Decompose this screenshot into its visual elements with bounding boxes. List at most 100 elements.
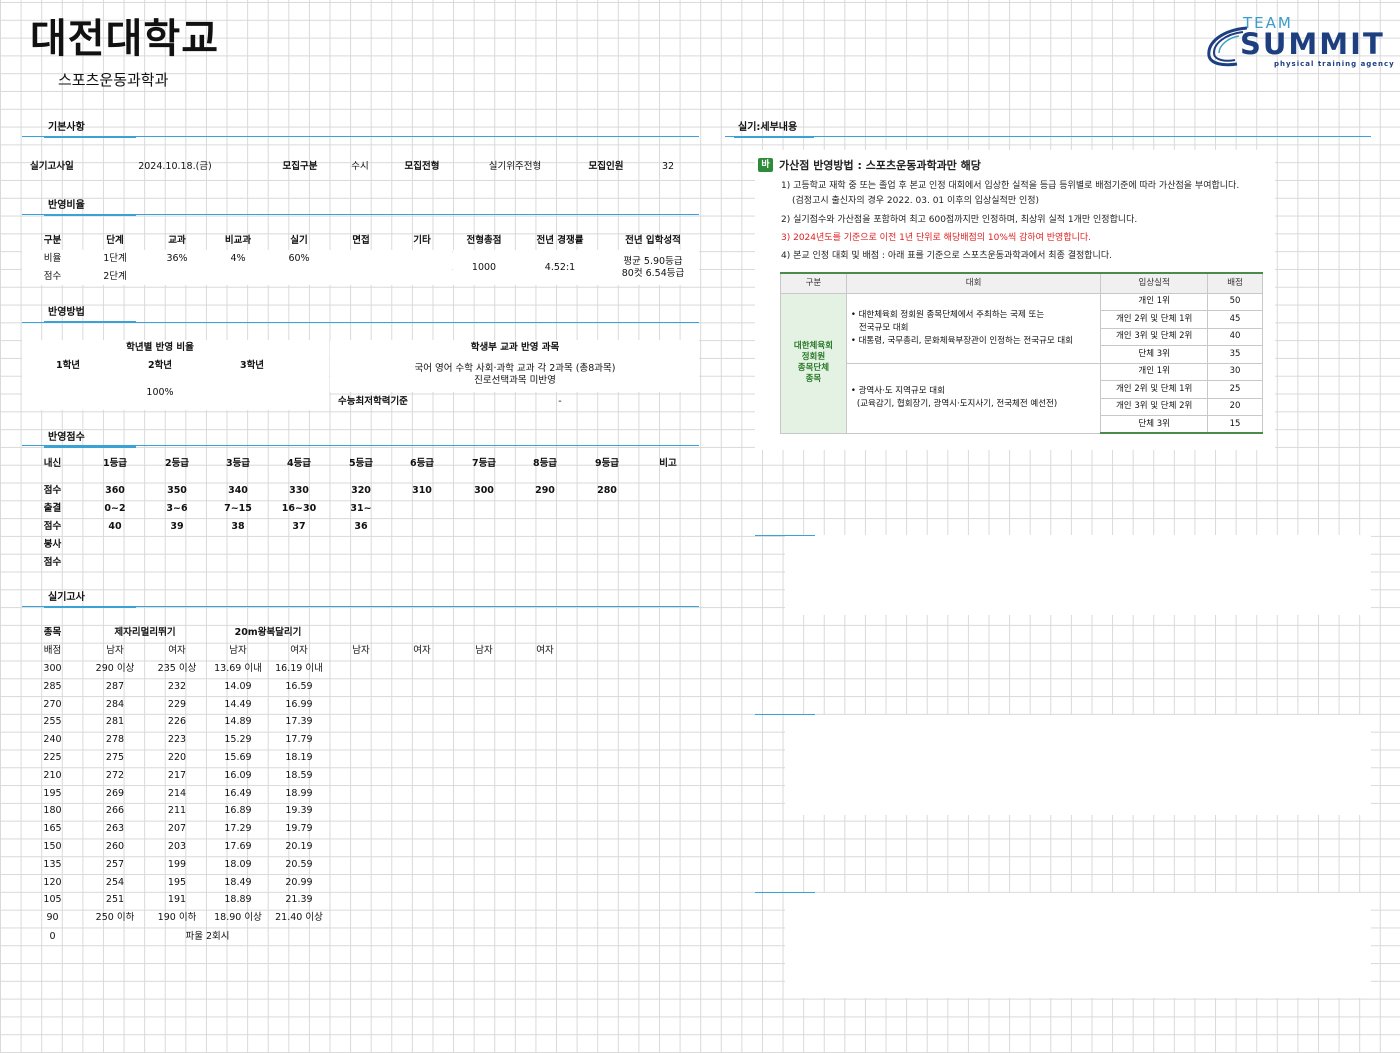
- practical-record-cell: 284: [105, 698, 125, 710]
- ratio-header: 실기: [290, 235, 308, 246]
- bonus-line1b: (검정고시 출신자의 경우 2022. 03. 01 이후의 입상실적만 인정): [792, 196, 1040, 206]
- practical-score-cell: 150: [43, 841, 62, 852]
- practical-record-cell: 14.09: [224, 680, 252, 692]
- practical-record-cell: 20.19: [285, 841, 313, 852]
- practical-record-cell: 13.69 이내: [214, 663, 262, 674]
- practical-record-cell: 16.49: [224, 787, 252, 799]
- practical-record-cell: 251: [105, 894, 125, 906]
- score-cell: 300: [474, 485, 494, 496]
- score-cell: 310: [412, 485, 432, 496]
- practical-subheader: 여자: [168, 645, 186, 656]
- practical-record-cell: 191: [167, 894, 187, 906]
- ratio-cell: 비율: [43, 253, 62, 264]
- score-cell: 점수: [43, 521, 62, 532]
- bonus-table: 구분 대회 입상실적 배점 대한체육회 정회원 종목단체 종목 • 대한체육회 정회원…: [780, 272, 1263, 434]
- bonus-badge: 바: [758, 158, 773, 172]
- practical-subheader: 남자: [106, 645, 124, 656]
- practical-record-cell: 16.99: [285, 698, 313, 710]
- admission-cut: 80컷 6.54등급: [621, 268, 685, 279]
- practical-record-cell: 254: [105, 876, 125, 888]
- ratio-header: 교과: [168, 235, 186, 246]
- admission-average: 평균 5.90등급: [623, 256, 683, 267]
- logo-tagline: physical training agency: [1274, 60, 1395, 68]
- practical-score-cell: 225: [43, 752, 62, 763]
- practical-score-cell: 255: [43, 716, 62, 728]
- section-ratio-header: 반영비율: [44, 198, 136, 216]
- ratio-cell: 1단계: [103, 253, 127, 264]
- practical-score-cell: 120: [43, 876, 62, 888]
- score-cell: 350: [167, 485, 187, 496]
- subjects-line2: 진로선택과목 미반영: [474, 375, 556, 386]
- practical-record-cell: 18.09: [224, 858, 252, 870]
- score-cell: 290: [535, 485, 555, 496]
- practical-record-cell: 15.29: [224, 734, 252, 746]
- ratio-cell: 36%: [166, 253, 188, 264]
- practical-record-cell: 281: [105, 716, 125, 728]
- bonus-result: 개인 3위 및 단체 2위: [1100, 327, 1209, 346]
- bonus-result: 개인 1위: [1100, 362, 1209, 381]
- bonus-line3: 3) 2024년도를 기준으로 이전 1년 단위로 해당배점의 10%씩 감하여…: [781, 233, 1092, 243]
- practical-record-cell: 260: [105, 841, 125, 852]
- exam-date-label: 실기고사일: [30, 161, 74, 172]
- practical-record-cell: 19.79: [285, 823, 313, 835]
- score-cell: 330: [289, 485, 309, 496]
- bonus-result: 개인 1위: [1100, 292, 1209, 311]
- ratio-header: 구분: [43, 235, 62, 246]
- practical-score-cell: 165: [43, 823, 62, 835]
- foul-score: 0: [49, 931, 56, 942]
- subjects-line1: 국어 영어 수학 사회·과학 교과 각 2과목 (총8과목): [414, 363, 616, 374]
- practical-record-cell: 16.89: [224, 805, 252, 817]
- section-detail-header: 실기:세부내용: [734, 120, 814, 138]
- practical-record-cell: 14.89: [224, 716, 252, 728]
- bonus-table-header: 배점: [1207, 272, 1263, 294]
- grade-label: 2학년: [147, 360, 173, 371]
- score-cell: 280: [597, 485, 617, 496]
- bonus-result: 개인 3위 및 단체 2위: [1100, 397, 1209, 416]
- score-header: 7등급: [471, 458, 497, 469]
- practical-score-cell: 210: [43, 769, 62, 781]
- practical-record-cell: 223: [167, 734, 187, 746]
- practical-subheader: 여자: [536, 645, 554, 656]
- practical-record-cell: 16.09: [224, 769, 252, 781]
- practical-record-cell: 232: [167, 680, 187, 692]
- grade-ratio-label: 학년별 반영 비율: [126, 342, 194, 353]
- score-cell: 39: [170, 521, 184, 532]
- ratio-cell: 2단계: [103, 271, 127, 282]
- bonus-table-header: 대회: [845, 272, 1102, 294]
- practical-record-cell: 16.59: [285, 680, 313, 692]
- practical-record-cell: 190 이하: [157, 912, 197, 924]
- score-cell: 봉사: [43, 539, 62, 550]
- section-score-header: 반영점수: [44, 430, 136, 448]
- recruit-type-label: 모집구분: [282, 161, 318, 172]
- practical-subheader: 남자: [352, 645, 370, 656]
- practical-record-cell: 21.40 이상: [275, 912, 323, 924]
- score-header: 6등급: [409, 458, 435, 469]
- section-practical-header: 실기고사: [44, 590, 136, 608]
- practical-record-cell: 266: [105, 805, 125, 817]
- score-cell: 0~2: [104, 503, 126, 514]
- practical-score-cell: 195: [43, 787, 62, 799]
- score-header: 1등급: [102, 458, 128, 469]
- practical-record-cell: 272: [105, 769, 125, 781]
- ratio-header: 비교과: [224, 235, 252, 246]
- practical-score-cell: 90: [46, 912, 59, 924]
- practical-record-cell: 20.59: [285, 858, 313, 870]
- bonus-result: 개인 2위 및 단체 1위: [1100, 310, 1209, 329]
- practical-record-cell: 257: [105, 858, 125, 870]
- practical-record-cell: 211: [167, 805, 187, 817]
- logo-summit-text: SUMMIT: [1240, 27, 1385, 61]
- bonus-points: 30: [1207, 362, 1263, 381]
- practical-record-cell: 263: [105, 823, 125, 835]
- bonus-line1: 1) 고등학교 재학 중 또는 졸업 후 본교 인정 대회에서 입상한 실적을 …: [781, 181, 1240, 191]
- ratio-cell: 60%: [288, 253, 310, 264]
- event-name: 20m왕복달리기: [234, 627, 302, 638]
- score-header: 9등급: [594, 458, 620, 469]
- recruit-type-value: 수시: [351, 161, 369, 172]
- section-method-header: 반영방법: [44, 305, 136, 323]
- bonus-result: 단체 3위: [1100, 415, 1209, 434]
- grade-label: 1학년: [55, 360, 81, 371]
- practical-score-cell: 135: [43, 858, 62, 870]
- score-header: 8등급: [532, 458, 558, 469]
- practical-record-cell: 21.39: [285, 894, 313, 906]
- practical-record-cell: 207: [167, 823, 187, 835]
